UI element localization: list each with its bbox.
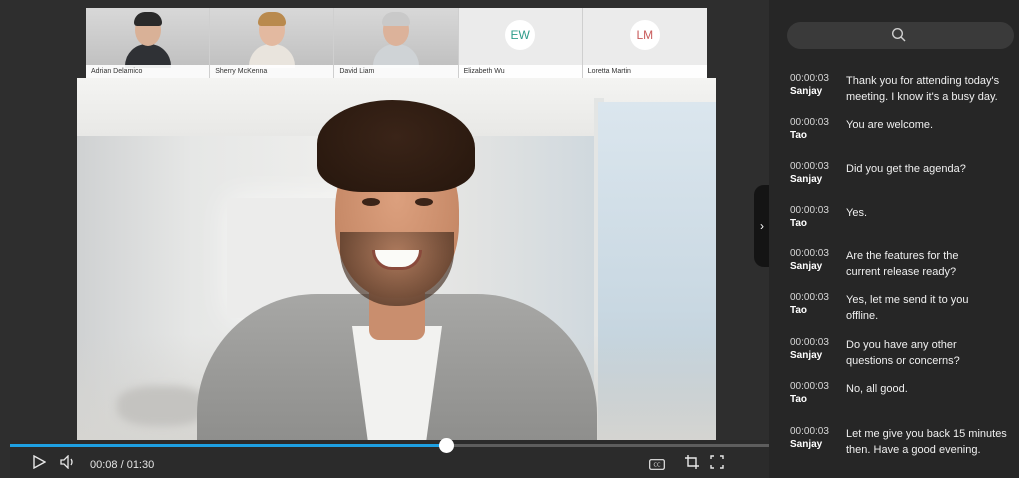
participant-tile[interactable]: Sherry McKenna — [210, 8, 335, 78]
closed-captions-icon[interactable]: CC — [649, 457, 665, 475]
entry-message: You are welcome. — [846, 119, 934, 131]
entry-timestamp: 00:00:03 — [790, 73, 829, 84]
time-display: 00:08 / 01:30 — [90, 459, 155, 471]
transcript-entry[interactable]: 00:00:03 Tao You are welcome. — [790, 117, 1019, 157]
transcript-entry[interactable]: 00:00:03 Sanjay Did you get the agenda? — [790, 161, 1019, 201]
transcript-search-input[interactable] — [787, 22, 1014, 49]
transcript-entry[interactable]: 00:00:03 Sanjay Let me give you back 15 mi… — [790, 426, 1019, 466]
participant-tile[interactable]: Adrian Delamico — [86, 8, 211, 78]
entry-speaker: Sanjay — [790, 86, 823, 97]
entry-speaker: Sanjay — [790, 174, 823, 185]
participant-name: Adrian Delamico — [86, 65, 210, 78]
entry-message: Are the features for the current release… — [846, 250, 959, 278]
participant-tile[interactable]: EW Elizabeth Wu — [458, 8, 583, 78]
search-icon — [891, 27, 907, 48]
avatar-initials: EW — [505, 20, 536, 50]
progress-fill — [10, 444, 446, 447]
speaker-right-eye — [415, 198, 433, 206]
progress-bar[interactable] — [10, 438, 769, 453]
transcript-entry[interactable]: 00:00:03 Sanjay Do you have any other ques… — [790, 337, 1019, 377]
participant-tile[interactable]: David Liam — [334, 8, 459, 78]
entry-message: No, all good. — [846, 383, 908, 395]
avatar-photo-icon — [372, 12, 419, 68]
entry-speaker: Sanjay — [790, 439, 823, 450]
transcript-entry[interactable]: 00:00:03 Tao Yes, let me send it to you of… — [790, 292, 1019, 332]
entry-speaker: Tao — [790, 218, 808, 229]
room-chair — [117, 386, 207, 426]
collapse-panel-button[interactable]: › — [754, 185, 770, 267]
svg-text:CC: CC — [654, 463, 661, 469]
avatar-photo-icon — [124, 12, 171, 68]
transcript-entry[interactable]: 00:00:03 Tao No, all good. — [790, 381, 1019, 421]
player-controls: 00:08 / 01:30 CC — [10, 438, 769, 478]
entry-message: Did you get the agenda? — [846, 163, 966, 175]
entry-timestamp: 00:00:03 — [790, 161, 829, 172]
entry-timestamp: 00:00:03 — [790, 426, 829, 437]
avatar-photo-icon — [248, 12, 295, 68]
entry-speaker: Sanjay — [790, 261, 823, 272]
transcript-entry[interactable]: 00:00:03 Sanjay Thank you for attending to… — [790, 73, 1019, 113]
participant-strip: Adrian Delamico Sherry McKenna David Lia… — [86, 8, 707, 78]
entry-speaker: Tao — [790, 305, 808, 316]
entry-timestamp: 00:00:03 — [790, 337, 829, 348]
entry-speaker: Sanjay — [790, 350, 823, 361]
entry-speaker: Tao — [790, 394, 808, 405]
participant-name: Sherry McKenna — [210, 65, 334, 78]
fullscreen-icon[interactable] — [710, 455, 724, 474]
entry-timestamp: 00:00:03 — [790, 248, 829, 259]
entry-timestamp: 00:00:03 — [790, 205, 829, 216]
entry-message: Do you have any other questions or conce… — [846, 339, 960, 367]
entry-timestamp: 00:00:03 — [790, 292, 829, 303]
participant-name: Elizabeth Wu — [458, 65, 582, 78]
participant-tile[interactable]: LM Loretta Martin — [582, 8, 707, 78]
entry-speaker: Tao — [790, 130, 808, 141]
video-stage: Adrian Delamico Sherry McKenna David Lia… — [0, 0, 770, 478]
avatar-initials: LM — [629, 20, 660, 50]
participant-name: Loretta Martin — [582, 65, 707, 78]
chevron-right-icon: › — [760, 219, 764, 233]
participant-name: David Liam — [334, 65, 458, 78]
speaker-figure — [197, 100, 597, 444]
main-speaker-video[interactable] — [77, 78, 716, 444]
transcript-panel: 00:00:03 Sanjay Thank you for attending to… — [769, 0, 1019, 478]
speaker-hair — [317, 100, 475, 192]
entry-message: Let me give you back 15 minutes then. Ha… — [846, 428, 1007, 456]
progress-thumb[interactable] — [439, 438, 454, 453]
entry-message: Yes, let me send it to you offline. — [846, 294, 969, 322]
transcript-entry[interactable]: 00:00:03 Tao Yes. — [790, 205, 1019, 245]
volume-icon[interactable] — [60, 454, 78, 474]
crop-icon[interactable] — [685, 455, 699, 474]
play-icon[interactable] — [32, 454, 47, 474]
entry-message: Thank you for attending today's meeting.… — [846, 75, 1000, 103]
speaker-left-eye — [362, 198, 380, 206]
transcript-entry[interactable]: 00:00:03 Sanjay Are the features for the c… — [790, 248, 1019, 288]
entry-timestamp: 00:00:03 — [790, 381, 829, 392]
entry-message: Yes. — [846, 207, 868, 219]
entry-timestamp: 00:00:03 — [790, 117, 829, 128]
